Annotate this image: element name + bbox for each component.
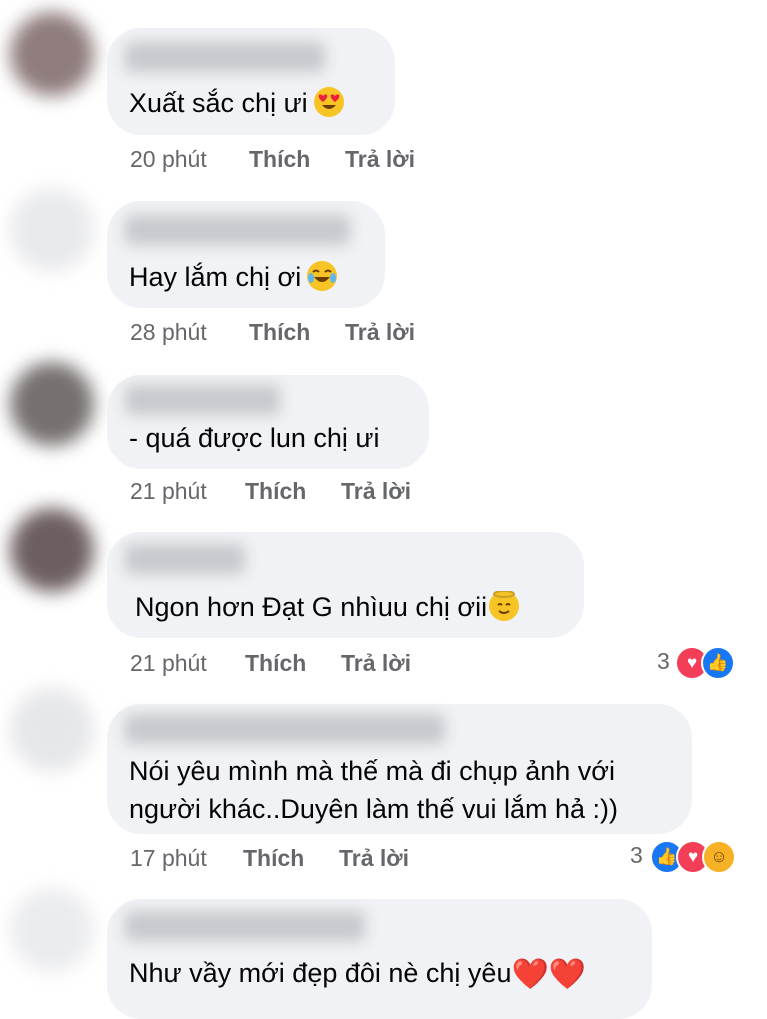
like-reaction-icon: 👍 <box>701 646 735 680</box>
reply-action[interactable]: Trả lời <box>341 650 411 677</box>
comment-time[interactable]: 20 phút <box>130 146 207 173</box>
reaction-count: 3 <box>657 648 670 674</box>
reaction-summary[interactable]: 3 👍 ♥ ☺ <box>630 840 747 874</box>
comment-bubble: Ngon hơn Đạt G nhìuu chị ơii <box>107 532 584 638</box>
blurred-author-name[interactable] <box>125 42 325 72</box>
comment-text: Ngon hơn Đạt G nhìuu chị ơii <box>135 588 520 626</box>
comment-bubble: Hay lắm chị ơi <box>107 201 385 308</box>
tears-of-joy-emoji-icon <box>307 261 338 291</box>
comment-bubble: Xuất sắc chị ưi <box>107 28 395 135</box>
comment-bubble: Nói yêu mình mà thế mà đi chụp ảnh với n… <box>107 704 692 834</box>
reply-action[interactable]: Trả lời <box>345 319 415 346</box>
avatar[interactable] <box>10 888 94 972</box>
comment-text: - quá được lun chị ưi <box>129 419 379 457</box>
comment-text: Hay lắm chị ơi <box>129 258 338 296</box>
blurred-author-name[interactable] <box>125 714 445 744</box>
haha-reaction-icon: ☺ <box>702 840 736 874</box>
blurred-author-name[interactable] <box>125 215 350 245</box>
comment-text-content: - quá được lun chị ưi <box>129 423 380 453</box>
avatar[interactable] <box>10 362 94 446</box>
blurred-author-name[interactable] <box>125 544 245 574</box>
avatar[interactable] <box>10 688 94 772</box>
blurred-author-name[interactable] <box>125 385 280 415</box>
avatar[interactable] <box>10 188 94 272</box>
comment-text-line-2: người khác..Duyên làm thế vui lắm hả :)) <box>129 794 618 824</box>
comment-text-line-1: Nói yêu mình mà thế mà đi chụp ảnh với <box>129 756 615 786</box>
comment-text: Xuất sắc chị ưi <box>129 84 344 122</box>
blurred-author-name[interactable] <box>125 911 365 941</box>
reply-action[interactable]: Trả lời <box>345 146 415 173</box>
comment-text-content: Xuất sắc chị ưi <box>129 88 308 118</box>
reply-action[interactable]: Trả lời <box>341 478 411 505</box>
like-action[interactable]: Thích <box>243 845 304 872</box>
like-action[interactable]: Thích <box>245 650 306 677</box>
comment-text-content: Hay lắm chị ơi <box>129 262 302 292</box>
comment-bubble: - quá được lun chị ưi <box>107 375 429 469</box>
comment-time[interactable]: 21 phút <box>130 478 207 505</box>
like-action[interactable]: Thích <box>245 478 306 505</box>
comment-text-content: Như vầy mới đẹp đôi nè chị yêu <box>129 958 512 988</box>
comment-time[interactable]: 17 phút <box>130 845 207 872</box>
avatar[interactable] <box>10 508 94 592</box>
avatar[interactable] <box>10 12 94 96</box>
red-heart-emoji-icon: ❤️❤️ <box>511 958 587 991</box>
reaction-summary[interactable]: 3 ♥ 👍 <box>657 646 747 680</box>
like-action[interactable]: Thích <box>249 319 310 346</box>
angel-emoji-icon <box>489 591 520 621</box>
comment-text: Như vầy mới đẹp đôi nè chị yêu❤️❤️ <box>129 954 586 994</box>
reaction-count: 3 <box>630 842 643 868</box>
comment-bubble: Như vầy mới đẹp đôi nè chị yêu❤️❤️ <box>107 899 652 1019</box>
comment-text-content: Ngon hơn Đạt G nhìuu chị ơii <box>135 592 488 622</box>
comment-time[interactable]: 21 phút <box>130 650 207 677</box>
comment-time[interactable]: 28 phút <box>130 319 207 346</box>
heart-eyes-emoji-icon <box>313 87 344 117</box>
reply-action[interactable]: Trả lời <box>339 845 409 872</box>
like-action[interactable]: Thích <box>249 146 310 173</box>
